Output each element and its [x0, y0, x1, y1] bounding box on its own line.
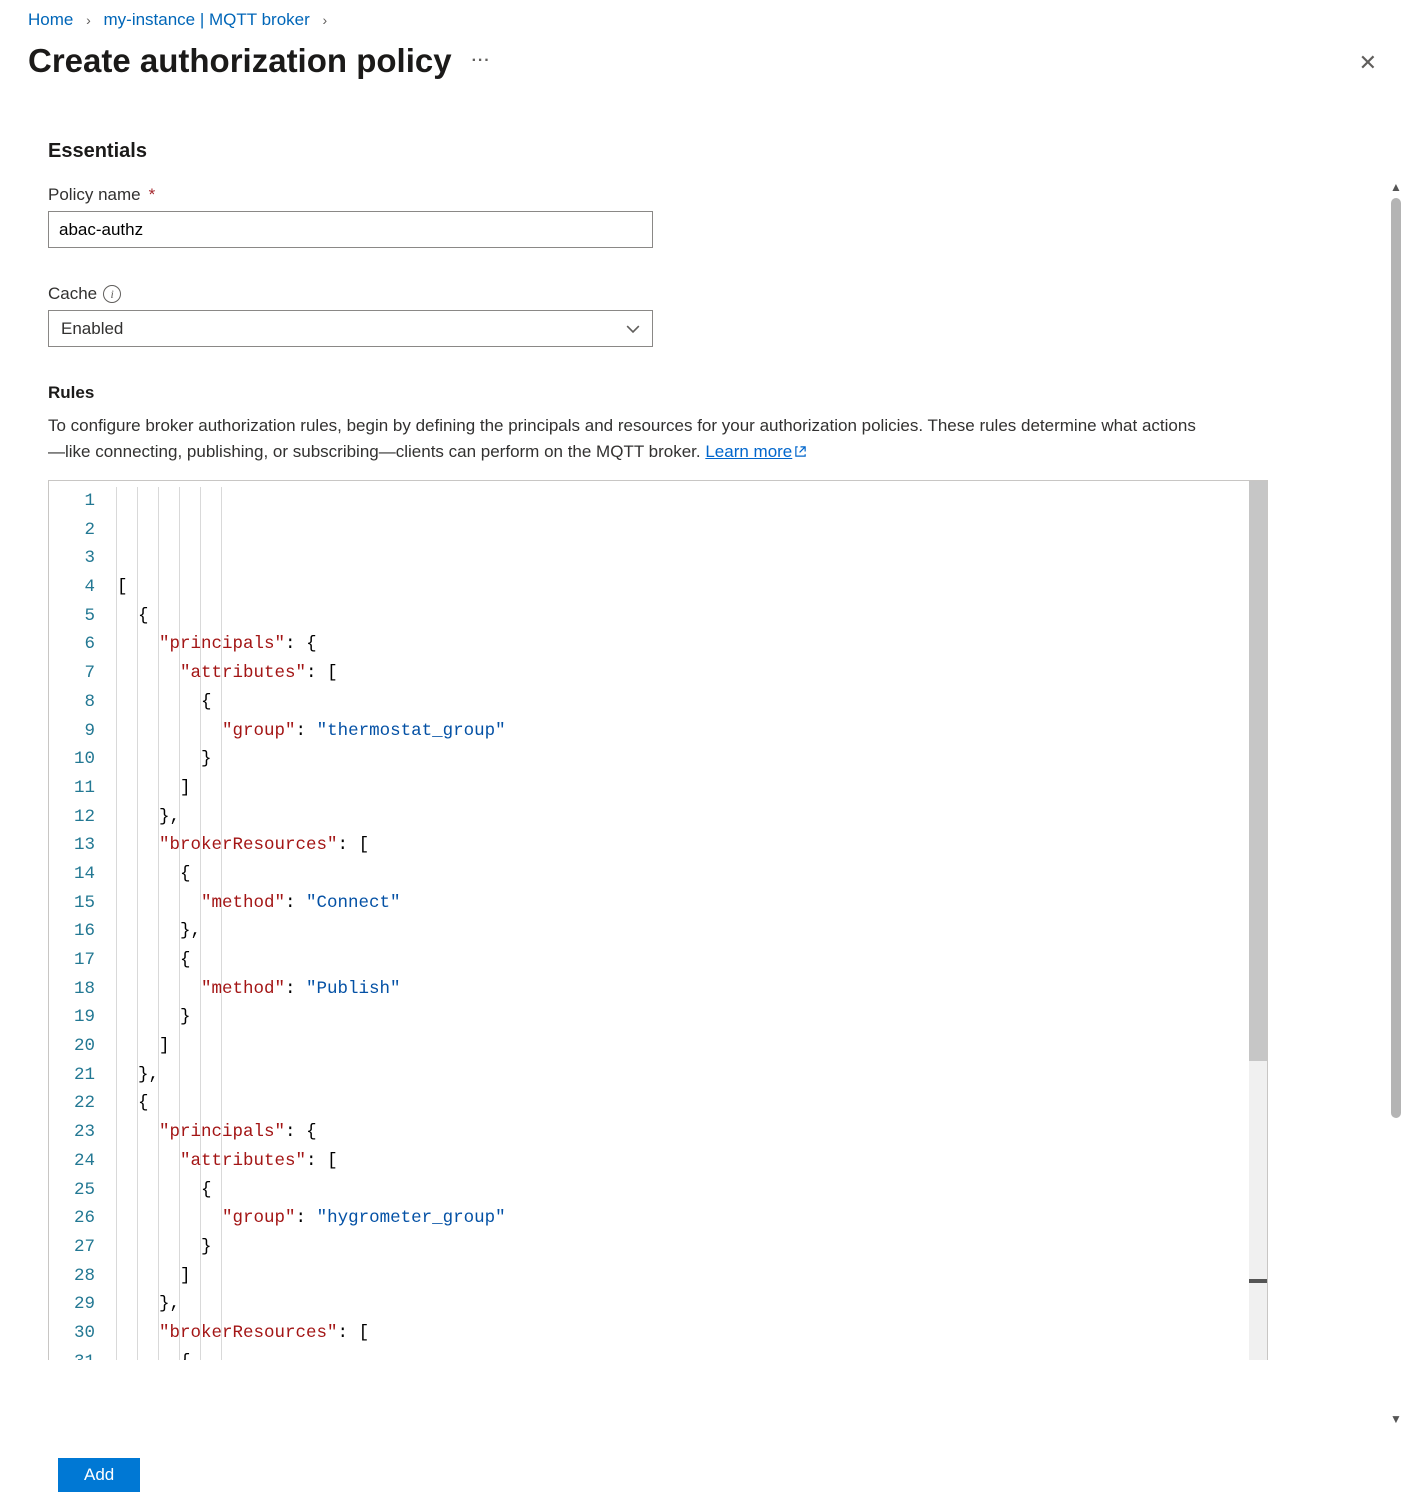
chevron-right-icon: › [323, 12, 328, 28]
rules-json-editor[interactable]: 1234567891011121314151617181920212223242… [48, 480, 1268, 1360]
code-line[interactable]: ] [117, 1262, 1267, 1291]
chevron-right-icon: › [86, 12, 91, 28]
code-line[interactable]: "method": "Publish" [117, 975, 1267, 1004]
required-indicator: * [149, 185, 156, 205]
breadcrumb: Home › my-instance | MQTT broker › [28, 10, 1379, 30]
breadcrumb-home[interactable]: Home [28, 10, 73, 29]
policy-name-label: Policy name [48, 185, 141, 205]
learn-more-link[interactable]: Learn more [705, 442, 807, 461]
external-link-icon [794, 445, 807, 458]
code-line[interactable]: "attributes": [ [117, 1147, 1267, 1176]
rules-description: To configure broker authorization rules,… [48, 413, 1208, 464]
chevron-down-icon [626, 322, 640, 336]
code-line[interactable]: } [117, 1003, 1267, 1032]
more-actions-button[interactable]: ··· [472, 52, 491, 70]
code-line[interactable]: }, [117, 1290, 1267, 1319]
editor-minimap[interactable] [1249, 481, 1267, 1360]
code-line[interactable]: "principals": { [117, 1118, 1267, 1147]
code-line[interactable]: }, [117, 917, 1267, 946]
code-line[interactable]: "principals": { [117, 630, 1267, 659]
cache-select[interactable]: Enabled [48, 310, 653, 347]
code-line[interactable]: "group": "thermostat_group" [117, 717, 1267, 746]
code-line[interactable]: } [117, 1233, 1267, 1262]
cache-selected-value: Enabled [61, 319, 123, 339]
add-button[interactable]: Add [58, 1458, 140, 1492]
code-line[interactable]: { [117, 602, 1267, 631]
breadcrumb-instance[interactable]: my-instance | MQTT broker [104, 10, 310, 29]
code-line[interactable]: ] [117, 1032, 1267, 1061]
code-line[interactable]: { [117, 946, 1267, 975]
code-line[interactable]: "attributes": [ [117, 659, 1267, 688]
code-line[interactable]: { [117, 1176, 1267, 1205]
page-scrollbar[interactable]: ▲ ▼ [1385, 180, 1407, 1426]
scroll-up-icon[interactable]: ▲ [1390, 180, 1402, 194]
editor-line-gutter: 1234567891011121314151617181920212223242… [49, 481, 113, 1360]
code-line[interactable]: { [117, 688, 1267, 717]
code-line[interactable]: }, [117, 803, 1267, 832]
editor-code-body[interactable]: [ { "principals": { "attributes": [ { "g… [113, 481, 1267, 1360]
code-line[interactable]: ] [117, 774, 1267, 803]
scroll-down-icon[interactable]: ▼ [1390, 1412, 1402, 1426]
code-line[interactable]: { [117, 1089, 1267, 1118]
policy-name-input[interactable] [48, 211, 653, 248]
code-line[interactable]: "method": "Connect" [117, 889, 1267, 918]
code-line[interactable]: { [117, 860, 1267, 889]
code-line[interactable]: } [117, 745, 1267, 774]
editor-minimap-mark [1249, 1279, 1267, 1283]
cache-label: Cache [48, 284, 97, 304]
code-line[interactable]: }, [117, 1061, 1267, 1090]
code-line[interactable]: [ [117, 573, 1267, 602]
scrollbar-thumb[interactable] [1391, 198, 1401, 1118]
editor-minimap-thumb[interactable] [1249, 481, 1267, 1061]
essentials-heading: Essentials [48, 140, 1365, 163]
close-button[interactable]: ✕ [1359, 50, 1377, 76]
scrollbar-track[interactable] [1391, 198, 1401, 1408]
code-line[interactable]: "brokerResources": [ [117, 1319, 1267, 1348]
info-icon[interactable]: i [103, 285, 121, 303]
page-title: Create authorization policy [28, 42, 452, 80]
rules-heading: Rules [48, 383, 1365, 403]
code-line[interactable]: { [117, 1348, 1267, 1360]
code-line[interactable]: "brokerResources": [ [117, 831, 1267, 860]
code-line[interactable]: "group": "hygrometer_group" [117, 1204, 1267, 1233]
